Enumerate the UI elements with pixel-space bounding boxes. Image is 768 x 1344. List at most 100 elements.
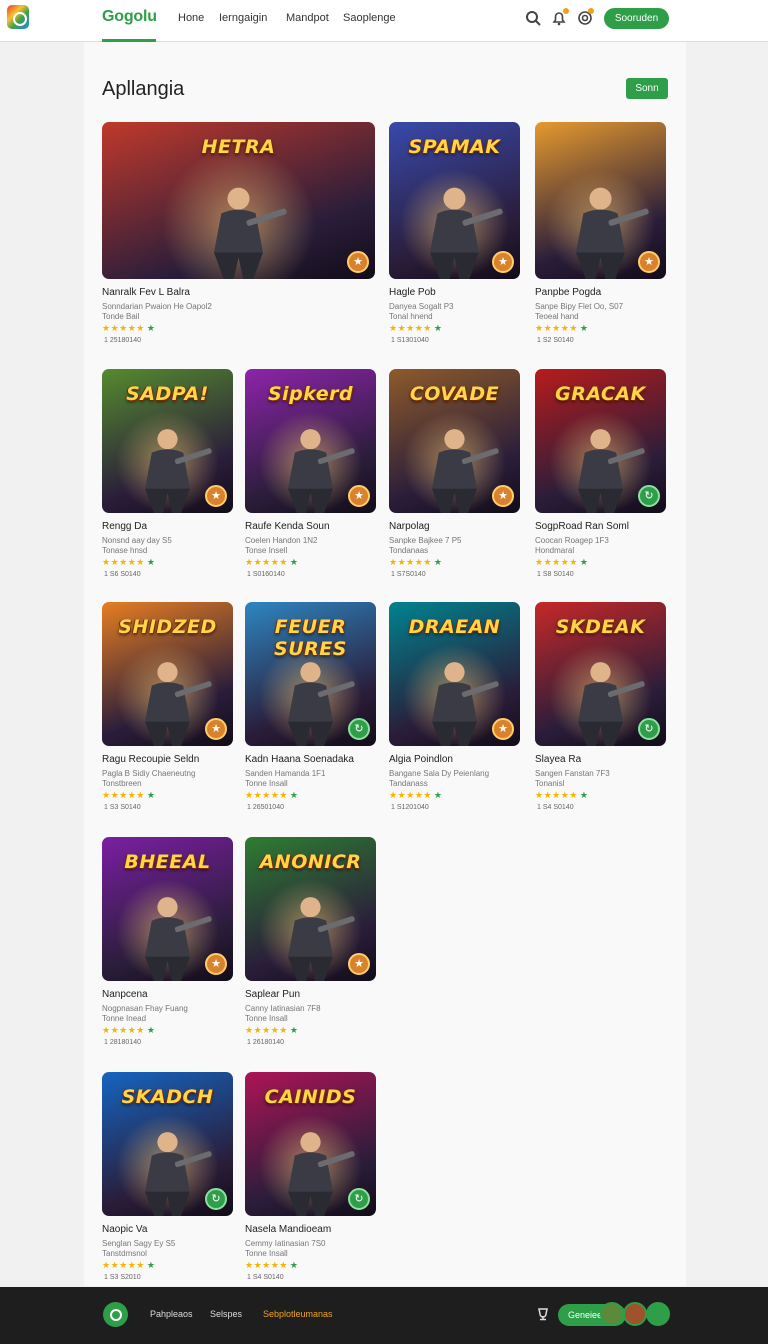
verified-star-icon: ★ <box>579 557 589 567</box>
game-title[interactable]: Slayea Ra <box>535 754 581 765</box>
rating-stars: ★★★★★ ★ <box>102 557 156 567</box>
game-thumbnail[interactable]: HETRA ★ <box>102 122 375 279</box>
genre-badge-icon: ★ <box>205 485 227 507</box>
game-developer: Coocan Roagep 1F3 <box>535 536 609 545</box>
genre-badge-icon: ★ <box>638 251 660 273</box>
footer-link-3[interactable]: Sebplotleumanas <box>263 1309 333 1319</box>
avatar[interactable] <box>623 1302 647 1326</box>
game-title[interactable]: Algia Poindlon <box>389 754 453 765</box>
avatar[interactable] <box>600 1302 624 1326</box>
footer-link-1[interactable]: Pahpleaos <box>150 1309 193 1319</box>
game-title[interactable]: Nanralk Fev L Balra <box>102 287 190 298</box>
genre-badge-icon: ★ <box>492 251 514 273</box>
nav-item-2[interactable]: Ierngaigin <box>219 12 267 24</box>
game-developer: Canny Iatinasian 7F8 <box>245 1004 321 1013</box>
game-developer: Coelen Handon 1N2 <box>245 536 318 545</box>
download-count: 1 S3 S0140 <box>104 804 141 811</box>
verified-star-icon: ★ <box>433 323 443 333</box>
verified-star-icon: ★ <box>146 790 156 800</box>
nav-item-home[interactable]: Hone <box>178 12 204 24</box>
verified-star-icon: ★ <box>289 1260 299 1270</box>
game-category: Tondanaas <box>389 546 429 555</box>
download-count: 1 S7S0140 <box>391 571 426 578</box>
rating-stars: ★★★★★ ★ <box>389 323 443 333</box>
genre-badge-icon: ★ <box>205 953 227 975</box>
rating-stars: ★★★★★ ★ <box>102 790 156 800</box>
game-thumbnail[interactable]: ANONICR ★ <box>245 837 376 981</box>
bottom-bar: Pahpleaos Selspes Sebplotleumanas Geneie… <box>0 1287 768 1344</box>
game-logo-text: SPAMAK <box>408 136 501 158</box>
verified-star-icon: ★ <box>579 790 589 800</box>
game-thumbnail[interactable]: SADPA! ★ <box>102 369 233 513</box>
footer-link-2[interactable]: Selspes <box>210 1309 242 1319</box>
rating-stars: ★★★★★ ★ <box>102 1025 156 1035</box>
game-logo-text: BHEEAL <box>124 851 211 873</box>
trophy-icon[interactable] <box>536 1307 550 1321</box>
game-thumbnail[interactable]: SKADCH ↻ <box>102 1072 233 1216</box>
game-thumbnail[interactable]: FEUER SURES ↻ <box>245 602 376 746</box>
game-title[interactable]: Saplear Pun <box>245 989 300 1000</box>
game-developer: Sanpke Bajkee 7 P5 <box>389 536 462 545</box>
game-thumbnail[interactable]: GRACAK ↻ <box>535 369 666 513</box>
download-count: 1 S2 S0140 <box>537 337 574 344</box>
avatar[interactable] <box>646 1302 670 1326</box>
game-category: Tonde Bail <box>102 312 140 321</box>
app-logo-icon[interactable] <box>7 5 29 29</box>
download-count: 1 S1201040 <box>391 804 429 811</box>
game-developer: Sanden Hamanda 1F1 <box>245 769 326 778</box>
game-thumbnail[interactable]: Sipkerd ★ <box>245 369 376 513</box>
rating-stars: ★★★★★ ★ <box>389 790 443 800</box>
genre-badge-icon: ★ <box>492 485 514 507</box>
game-title[interactable]: Rengg Da <box>102 521 147 532</box>
game-title[interactable]: Nasela Mandioeam <box>245 1224 331 1235</box>
game-category: Tonanisl <box>535 779 565 788</box>
game-thumbnail[interactable]: SKDEAK ↻ <box>535 602 666 746</box>
game-title[interactable]: Narpolag <box>389 521 430 532</box>
footer-logo-icon[interactable] <box>103 1302 128 1327</box>
game-developer: Pagla B Sidiy Chaeneutng <box>102 769 196 778</box>
game-thumbnail[interactable]: SPAMAK ★ <box>389 122 520 279</box>
game-thumbnail[interactable]: COVADE ★ <box>389 369 520 513</box>
verified-star-icon: ★ <box>146 1025 156 1035</box>
nav-item-4[interactable]: Saoplenge <box>343 12 396 24</box>
download-count: 1 S0160140 <box>247 571 285 578</box>
game-developer: Sangen Fanstan 7F3 <box>535 769 610 778</box>
game-title[interactable]: Hagle Pob <box>389 287 436 298</box>
game-title[interactable]: SogpRoad Ran Soml <box>535 521 629 532</box>
game-title[interactable]: Ragu Recoupie Seldn <box>102 754 199 765</box>
game-thumbnail[interactable]: SHIDZED ★ <box>102 602 233 746</box>
brand-name[interactable]: Gogolu <box>102 8 157 26</box>
game-logo-text: FEUER SURES <box>274 616 347 660</box>
page-title: Apllangia <box>102 78 185 100</box>
sign-in-button[interactable]: Sooruden <box>604 8 669 29</box>
rating-stars: ★★★★★ ★ <box>389 557 443 567</box>
notification-dot <box>563 8 569 14</box>
game-logo-text: CAINIDS <box>264 1086 357 1108</box>
game-thumbnail[interactable]: DRAEAN ★ <box>389 602 520 746</box>
game-title[interactable]: Nanpcena <box>102 989 148 1000</box>
game-title[interactable]: Raufe Kenda Soun <box>245 521 330 532</box>
download-count: 1 S6 S0140 <box>104 571 141 578</box>
game-title[interactable]: Panpbe Pogda <box>535 287 601 298</box>
game-category: Tonne Insall <box>245 779 288 788</box>
verified-star-icon: ★ <box>433 790 443 800</box>
sort-button[interactable]: Sonn <box>626 78 668 99</box>
game-developer: Cemmy Iatinasian 7S0 <box>245 1239 326 1248</box>
game-logo-text: HETRA <box>201 136 276 158</box>
game-title[interactable]: Kadn Haana Soenadaka <box>245 754 354 765</box>
nav-item-3[interactable]: Mandpot <box>286 12 329 24</box>
game-title[interactable]: Naopic Va <box>102 1224 147 1235</box>
search-icon[interactable] <box>525 10 541 26</box>
game-thumbnail[interactable]: BHEEAL ★ <box>102 837 233 981</box>
game-thumbnail[interactable]: CAINIDS ↻ <box>245 1072 376 1216</box>
game-developer: Nogpnasan Fhay Fuang <box>102 1004 188 1013</box>
verified-star-icon: ★ <box>289 790 299 800</box>
rating-stars: ★★★★★ ★ <box>245 790 299 800</box>
game-thumbnail[interactable]: ★ <box>535 122 666 279</box>
genre-badge-icon: ↻ <box>348 1188 370 1210</box>
verified-star-icon: ★ <box>433 557 443 567</box>
download-count: 1 S1301040 <box>391 337 429 344</box>
rating-stars: ★★★★★ ★ <box>535 790 589 800</box>
game-logo-text: GRACAK <box>555 383 646 405</box>
game-logo-text: SKADCH <box>121 1086 214 1108</box>
